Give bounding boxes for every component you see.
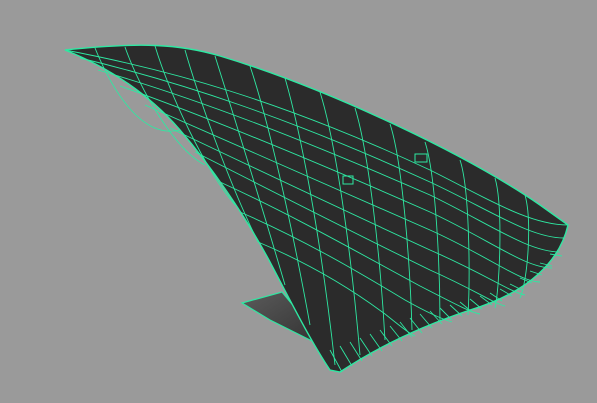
mesh-render[interactable]	[0, 0, 597, 403]
3d-viewport[interactable]	[0, 0, 597, 403]
mesh-surface[interactable]	[64, 44, 569, 373]
